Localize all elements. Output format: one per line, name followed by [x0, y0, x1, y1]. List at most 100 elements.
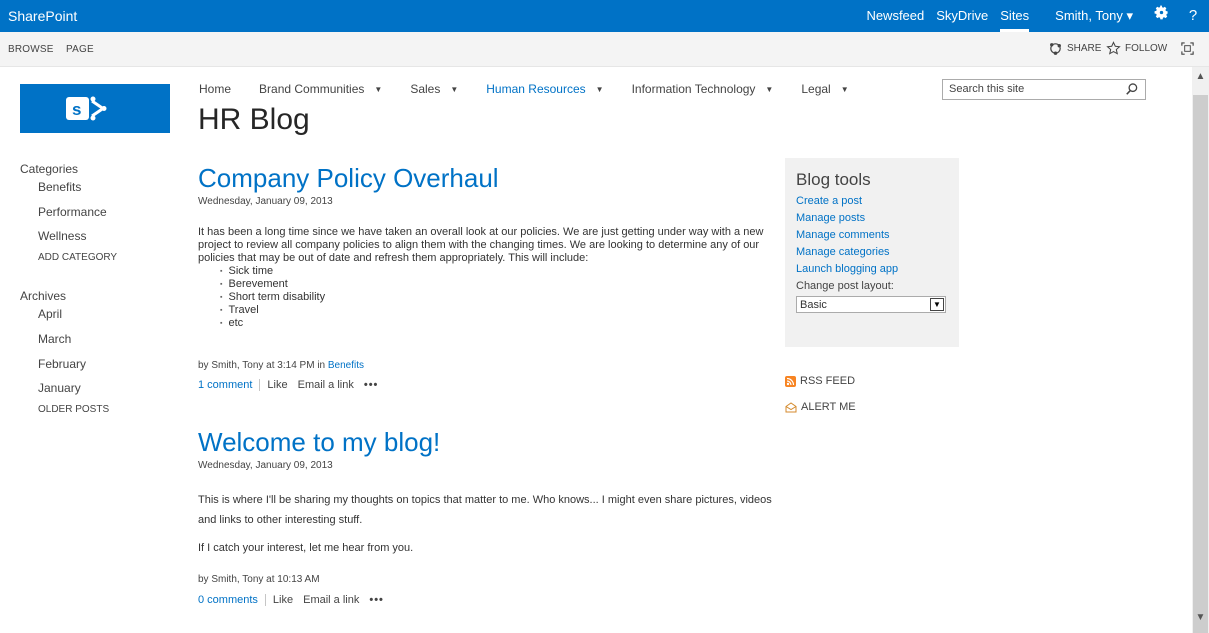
caret-down-icon[interactable]: ▼ — [450, 85, 458, 94]
post-layout-value: Basic — [800, 299, 827, 311]
manage-categories-link[interactable]: Manage categories — [796, 246, 948, 258]
category-benefits[interactable]: Benefits — [38, 180, 81, 194]
category-performance[interactable]: Performance — [38, 205, 107, 219]
search-icon[interactable] — [1125, 82, 1139, 96]
create-post-link[interactable]: Create a post — [796, 195, 948, 207]
help-icon[interactable]: ? — [1177, 0, 1209, 32]
list-item: Travel — [220, 304, 778, 317]
scroll-thumb[interactable] — [1193, 95, 1208, 633]
sharepoint-logo-icon: s — [66, 96, 107, 121]
share-label: SHARE — [1067, 43, 1102, 54]
search-placeholder: Search this site — [949, 83, 1025, 95]
nav-label: Information Technology — [631, 82, 756, 96]
like-link[interactable]: Like — [267, 379, 287, 391]
brand-label[interactable]: SharePoint — [8, 8, 77, 24]
caret-down-icon[interactable]: ▼ — [596, 85, 604, 94]
blog-tools-title: Blog tools — [796, 170, 871, 189]
byline-text: by Smith, Tony at 3:14 PM in — [198, 360, 328, 371]
nav-sales[interactable]: Sales ▼ — [410, 82, 458, 96]
follow-label: FOLLOW — [1125, 43, 1168, 54]
chevron-down-icon[interactable]: ▼ — [930, 298, 944, 311]
post-title[interactable]: Welcome to my blog! — [198, 427, 440, 458]
blog-tools-panel: Blog tools Create a post Manage posts Ma… — [785, 158, 959, 347]
more-options-icon[interactable]: ••• — [364, 379, 379, 391]
comments-link[interactable]: 0 comments — [198, 594, 266, 606]
post-body: It has been a long time since we have ta… — [198, 226, 778, 330]
suite-links: Newsfeed SkyDrive Sites Smith, Tony ▾ ? — [860, 0, 1209, 32]
nav-legal[interactable]: Legal ▼ — [801, 82, 848, 96]
alert-me-label: ALERT ME — [801, 401, 856, 413]
nav-brand-communities[interactable]: Brand Communities ▼ — [259, 82, 382, 96]
post-body: This is where I'll be sharing my thought… — [198, 490, 783, 558]
nav-label: Home — [199, 82, 232, 96]
left-navigation: Categories Benefits Performance Wellness… — [20, 162, 117, 415]
archives-heading[interactable]: Archives — [20, 289, 66, 303]
nav-label: Brand Communities — [259, 82, 365, 96]
scroll-down-icon[interactable]: ▼ — [1192, 612, 1209, 629]
star-icon — [1106, 41, 1121, 55]
suite-link-sites[interactable]: Sites — [994, 0, 1035, 32]
post-date: Wednesday, January 09, 2013 — [198, 460, 333, 471]
comments-link[interactable]: 1 comment — [198, 379, 261, 391]
user-menu[interactable]: Smith, Tony ▾ — [1041, 0, 1145, 32]
search-input[interactable]: Search this site — [942, 79, 1146, 100]
rss-feed-link[interactable]: RSS FEED — [785, 375, 855, 387]
suite-link-skydrive[interactable]: SkyDrive — [930, 0, 994, 32]
nav-human-resources[interactable]: Human Resources ▼ — [486, 82, 603, 96]
page-title: HR Blog — [198, 103, 310, 136]
rss-feed-label: RSS FEED — [800, 375, 856, 387]
email-link[interactable]: Email a link — [303, 594, 359, 606]
gear-icon[interactable] — [1145, 0, 1177, 32]
svg-text:s: s — [72, 100, 81, 119]
archive-january[interactable]: January — [38, 381, 81, 395]
archive-february[interactable]: February — [38, 357, 86, 371]
list-item: Sick time — [220, 265, 778, 278]
nav-label: Legal — [801, 82, 831, 96]
post-layout-select[interactable]: Basic ▼ — [796, 296, 946, 313]
post-title[interactable]: Company Policy Overhaul — [198, 163, 499, 194]
post-paragraph: It has been a long time since we have ta… — [198, 226, 764, 264]
more-options-icon[interactable]: ••• — [369, 594, 384, 606]
list-item: Short term disability — [220, 291, 778, 304]
category-wellness[interactable]: Wellness — [38, 229, 86, 243]
rss-icon — [785, 375, 796, 387]
post-paragraph: If I catch your interest, let me hear fr… — [198, 542, 414, 554]
top-navigation: Home Brand Communities ▼ Sales ▼ Human Res… — [199, 82, 877, 96]
post-byline: by Smith, Tony at 10:13 AM — [198, 574, 320, 585]
manage-comments-link[interactable]: Manage comments — [796, 229, 948, 241]
nav-home[interactable]: Home — [199, 82, 231, 96]
post-bullet-list: Sick time Berevement Short term disabili… — [220, 265, 778, 330]
share-button[interactable]: SHARE — [1048, 41, 1101, 56]
post-paragraph: This is where I'll be sharing my thought… — [198, 494, 772, 526]
post-byline: by Smith, Tony at 3:14 PM in Benefits — [198, 360, 364, 371]
alert-envelope-icon — [785, 401, 797, 412]
nav-information-technology[interactable]: Information Technology ▼ — [632, 82, 774, 96]
tab-page[interactable]: PAGE — [66, 44, 94, 55]
archive-march[interactable]: March — [38, 332, 71, 346]
post-layout-label: Change post layout: — [796, 280, 894, 292]
categories-heading[interactable]: Categories — [20, 162, 78, 176]
caret-down-icon[interactable]: ▼ — [765, 85, 773, 94]
alert-me-link[interactable]: ALERT ME — [785, 401, 856, 413]
tab-browse[interactable]: BROWSE — [8, 44, 54, 55]
scroll-up-icon[interactable]: ▲ — [1192, 71, 1209, 88]
older-posts-link[interactable]: OLDER POSTS — [38, 404, 109, 415]
archive-april[interactable]: April — [38, 307, 62, 321]
share-icon — [1050, 43, 1061, 55]
vertical-scrollbar[interactable]: ▲ ▼ — [1192, 67, 1209, 633]
launch-blogging-app-link[interactable]: Launch blogging app — [796, 263, 948, 275]
suite-link-newsfeed[interactable]: Newsfeed — [860, 0, 930, 32]
nav-label: Human Resources — [486, 82, 586, 96]
fullscreen-icon — [1181, 42, 1194, 55]
follow-button[interactable]: FOLLOW — [1106, 41, 1167, 56]
byline-category-link[interactable]: Benefits — [328, 360, 364, 371]
email-link[interactable]: Email a link — [298, 379, 354, 391]
site-logo[interactable]: s — [20, 84, 170, 133]
focus-content-button[interactable] — [1180, 41, 1195, 56]
add-category-link[interactable]: ADD CATEGORY — [38, 252, 117, 263]
suite-bar: SharePoint Newsfeed SkyDrive Sites Smith… — [0, 0, 1209, 32]
like-link[interactable]: Like — [273, 594, 293, 606]
caret-down-icon[interactable]: ▼ — [374, 85, 382, 94]
caret-down-icon[interactable]: ▼ — [841, 85, 849, 94]
manage-posts-link[interactable]: Manage posts — [796, 212, 948, 224]
